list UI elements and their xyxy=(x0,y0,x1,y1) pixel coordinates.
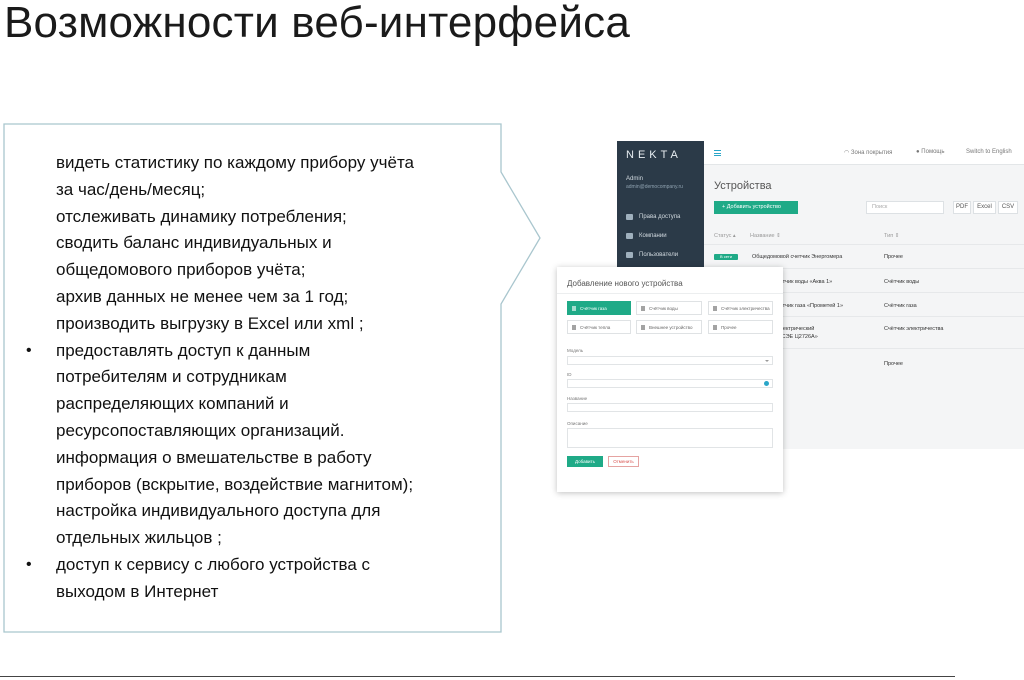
export-excel-button[interactable]: Excel xyxy=(973,201,996,214)
feature-item: отдельных жильцов ; xyxy=(56,528,222,548)
type-label: Счётчик воды xyxy=(649,305,678,311)
sidebar-item-label: Пользователи xyxy=(639,252,679,258)
add-button[interactable]: Добавить xyxy=(567,456,603,467)
type-label: Внешнее устройство xyxy=(649,324,693,330)
bottom-divider xyxy=(0,676,955,677)
add-device-modal: Добавление нового устройства Счётчик газ… xyxy=(557,267,783,492)
device-name: Общедомовой счетчик Энергомера xyxy=(752,254,843,260)
type-label: Прочее xyxy=(721,324,737,330)
device-type: Счётчик газа xyxy=(884,303,917,309)
device-type: Счётчик электричества xyxy=(884,326,944,332)
add-device-label: Добавить устройство xyxy=(726,204,781,210)
feature-item: сводить баланс индивидуальных и xyxy=(56,233,332,253)
user-icon xyxy=(626,252,633,258)
id-field[interactable] xyxy=(567,379,773,388)
type-other-button[interactable]: Прочее xyxy=(708,320,773,334)
type-electricity-button[interactable]: Счётчик электричества xyxy=(708,301,773,315)
feature-list: видеть статистику по каждому прибору учё… xyxy=(26,150,496,606)
search-input[interactable]: Поиск xyxy=(866,201,944,214)
column-name[interactable]: Название ⇕ xyxy=(750,233,781,239)
menu-icon[interactable] xyxy=(714,150,721,156)
feature-item: архив данных не менее чем за 1 год; xyxy=(56,286,349,306)
coverage-link[interactable]: ◠ Зона покрытия xyxy=(844,149,892,156)
users-icon xyxy=(626,233,633,239)
sidebar-item-users[interactable]: Пользователи xyxy=(626,252,678,258)
name-label: Название xyxy=(567,396,588,401)
add-device-button[interactable]: + Добавить устройство xyxy=(714,201,798,214)
export-pdf-button[interactable]: PDF xyxy=(953,201,971,214)
column-type-label: Тип xyxy=(884,233,894,239)
type-label: Счётчик тепла xyxy=(580,324,611,330)
coverage-label: Зона покрытия xyxy=(850,150,893,156)
dash-icon xyxy=(713,324,717,330)
model-label: Модель xyxy=(567,348,584,353)
feature-item: приборов (вскрытие, воздействие магнитом… xyxy=(56,474,414,494)
export-csv-button[interactable]: CSV xyxy=(998,201,1018,214)
type-water-button[interactable]: Счётчик воды xyxy=(636,301,702,315)
user-name: Admin xyxy=(626,176,644,182)
type-label: Счётчик электричества xyxy=(721,305,770,311)
divider xyxy=(557,293,783,294)
feature-item: видеть статистику по каждому прибору учё… xyxy=(56,153,414,172)
app-logo: NEKTA xyxy=(626,149,682,161)
feature-item: доступ к сервису с любого устройства с xyxy=(26,552,496,579)
type-heat-button[interactable]: Счётчик тепла xyxy=(567,320,631,334)
feature-item: информация о вмешательстве в работу xyxy=(56,447,372,467)
sidebar-item-companies[interactable]: Компании xyxy=(626,233,667,239)
name-field[interactable] xyxy=(567,403,773,412)
sidebar-item-label: Права доступа xyxy=(639,214,681,220)
column-status-label: Статус xyxy=(714,233,732,239)
drop-icon xyxy=(641,305,645,311)
device-icon xyxy=(641,324,645,330)
feature-item: распределяющих компаний и xyxy=(56,394,289,414)
chevron-down-icon xyxy=(765,360,769,362)
feature-item: предоставлять доступ к данным xyxy=(26,338,496,365)
description-label: Описание xyxy=(567,421,588,426)
feature-item: общедомового приборов учёта; xyxy=(56,260,306,280)
sidebar-item-label: Компании xyxy=(639,233,667,239)
app-topbar: ◠ Зона покрытия ● Помощь Switch to Engli… xyxy=(704,141,1024,165)
feature-item: настройка индивидуального доступа для xyxy=(56,501,381,521)
type-gas-button[interactable]: Счётчик газа xyxy=(567,301,631,315)
slide-title: Возможности веб-интерфейса xyxy=(4,0,630,47)
device-type: Прочее xyxy=(884,361,903,367)
device-type: Прочее xyxy=(884,254,903,260)
sidebar-item-access[interactable]: Права доступа xyxy=(626,214,680,220)
page-title: Устройства xyxy=(714,180,772,192)
scan-icon[interactable] xyxy=(764,381,769,386)
column-status[interactable]: Статус ▴ xyxy=(714,233,736,239)
type-external-button[interactable]: Внешнее устройство xyxy=(636,320,702,334)
feature-item: ресурсопоставляющих организаций. xyxy=(56,420,345,440)
type-label: Счётчик газа xyxy=(580,305,607,311)
description-field[interactable] xyxy=(567,428,773,448)
user-email: admin@democompany.ru xyxy=(626,184,683,190)
thermometer-icon xyxy=(572,324,576,330)
gear-icon xyxy=(626,214,633,220)
bolt-icon xyxy=(713,305,717,311)
device-type: Счётчик воды xyxy=(884,279,920,285)
language-link[interactable]: Switch to English xyxy=(966,149,1012,155)
column-type[interactable]: Тип ⇕ xyxy=(884,233,899,239)
modal-title: Добавление нового устройства xyxy=(567,279,683,288)
feature-item: выходом в Интернет xyxy=(56,581,219,601)
status-badge: В сети xyxy=(714,254,738,260)
feature-item: отслеживать динамику потребления; xyxy=(56,206,347,226)
help-label: Помощь xyxy=(921,149,945,155)
id-label: ID xyxy=(567,372,572,377)
help-link[interactable]: ● Помощь xyxy=(916,149,944,155)
flame-icon xyxy=(572,305,576,311)
app-user[interactable]: Admin admin@democompany.ru xyxy=(626,175,683,191)
model-select[interactable] xyxy=(567,356,773,365)
feature-item: потребителям и сотрудникам xyxy=(56,367,287,387)
column-name-label: Название xyxy=(750,233,775,239)
cancel-button[interactable]: Отменить xyxy=(608,456,639,467)
feature-item: производить выгрузку в Excel или xml ; xyxy=(56,313,364,333)
table-row[interactable]: В сети Общедомовой счетчик Энергомера Пр… xyxy=(704,244,1024,268)
device-name: счётчик газа «Прометей 1» xyxy=(774,303,844,309)
feature-item: за час/день/месяц; xyxy=(56,179,206,199)
